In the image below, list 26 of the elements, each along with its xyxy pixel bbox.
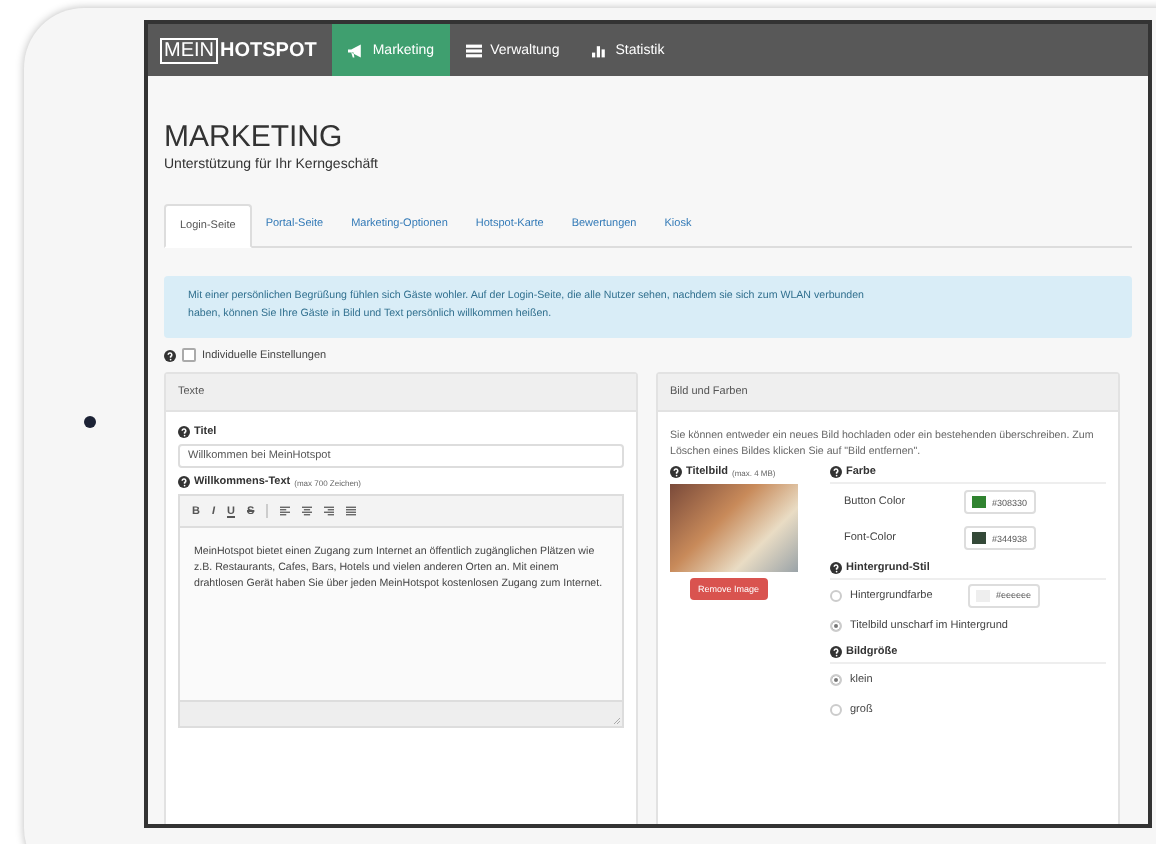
photo-placeholder (670, 484, 798, 572)
bar-chart-icon (591, 43, 608, 57)
help-icon (164, 349, 176, 361)
align-icon[interactable] (280, 506, 291, 516)
align-icon[interactable] (324, 506, 335, 516)
megaphone-icon (348, 43, 365, 57)
help-icon (830, 466, 842, 478)
align-icon[interactable] (346, 506, 357, 516)
text-editor[interactable] (178, 494, 624, 728)
help-icon (178, 426, 190, 438)
help-icon (830, 646, 842, 658)
help-icon (830, 562, 842, 574)
radio-button[interactable] (830, 673, 842, 685)
list-icon (466, 43, 483, 57)
radio-button[interactable] (830, 619, 842, 631)
align-icon[interactable] (302, 506, 313, 516)
help-icon (670, 466, 682, 478)
checkbox[interactable] (182, 348, 196, 362)
logo-box-text: MEIN (160, 37, 218, 63)
camera-dot (84, 416, 96, 428)
resize-grip-icon[interactable] (614, 718, 620, 724)
radio-button[interactable] (830, 703, 842, 715)
logo-text: HOTSPOT (220, 39, 317, 61)
radio-button[interactable] (830, 589, 842, 601)
page-title: MARKETING (164, 120, 345, 154)
help-icon (178, 476, 190, 488)
